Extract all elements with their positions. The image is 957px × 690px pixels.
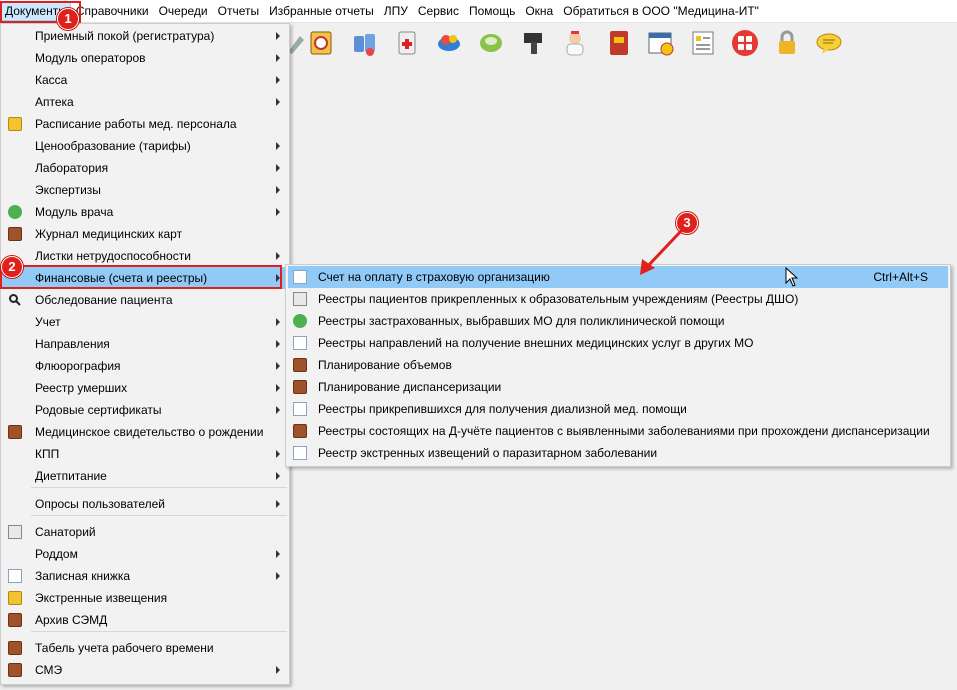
mouse-cursor-icon xyxy=(785,267,799,287)
annotation-arrow xyxy=(640,228,684,275)
